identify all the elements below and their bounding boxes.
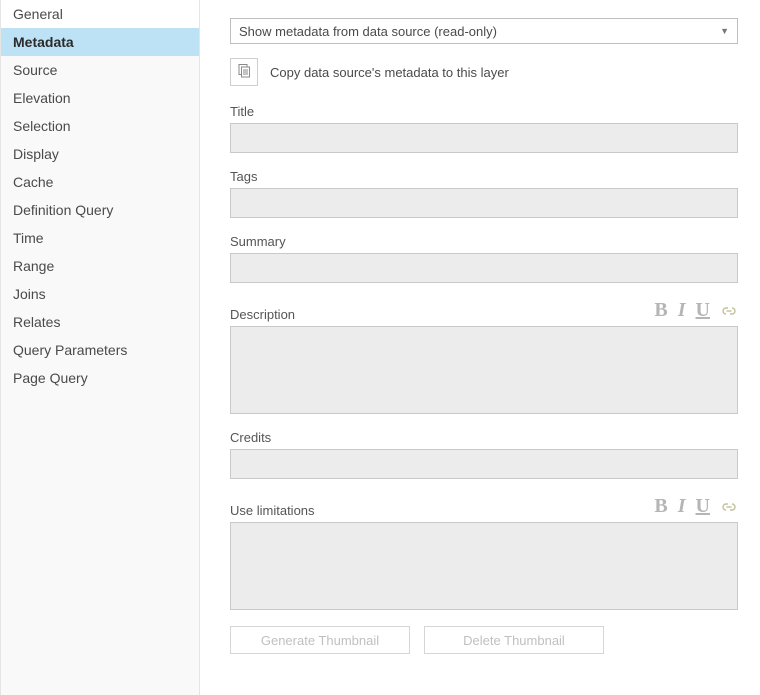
- sidebar-item-label: Definition Query: [13, 202, 113, 218]
- sidebar-item-cache[interactable]: Cache: [1, 168, 199, 196]
- summary-input[interactable]: [230, 253, 738, 283]
- sidebar: General Metadata Source Elevation Select…: [0, 0, 200, 695]
- sidebar-item-elevation[interactable]: Elevation: [1, 84, 199, 112]
- sidebar-item-joins[interactable]: Joins: [1, 280, 199, 308]
- description-textarea[interactable]: [230, 326, 738, 414]
- credits-input[interactable]: [230, 449, 738, 479]
- copy-metadata-button[interactable]: [230, 58, 258, 86]
- use-limitations-rich-toolbar: B I U: [654, 495, 738, 518]
- bold-icon[interactable]: B: [654, 299, 667, 322]
- button-label: Generate Thumbnail: [261, 633, 379, 648]
- sidebar-item-label: Metadata: [13, 34, 74, 50]
- sidebar-item-display[interactable]: Display: [1, 140, 199, 168]
- sidebar-item-range[interactable]: Range: [1, 252, 199, 280]
- button-label: Delete Thumbnail: [463, 633, 565, 648]
- sidebar-item-metadata[interactable]: Metadata: [1, 28, 199, 56]
- description-label: Description: [230, 307, 295, 322]
- sidebar-item-query-parameters[interactable]: Query Parameters: [1, 336, 199, 364]
- copy-icon: [236, 63, 252, 82]
- sidebar-item-label: Relates: [13, 314, 60, 330]
- sidebar-item-label: Time: [13, 230, 44, 246]
- italic-icon[interactable]: I: [678, 299, 686, 322]
- italic-icon[interactable]: I: [678, 495, 686, 518]
- copy-metadata-label: Copy data source's metadata to this laye…: [270, 65, 509, 80]
- credits-label: Credits: [230, 430, 738, 445]
- hyperlink-icon[interactable]: [720, 500, 738, 514]
- tags-label: Tags: [230, 169, 738, 184]
- sidebar-item-source[interactable]: Source: [1, 56, 199, 84]
- sidebar-item-label: Page Query: [13, 370, 88, 386]
- sidebar-item-relates[interactable]: Relates: [1, 308, 199, 336]
- bold-icon[interactable]: B: [654, 495, 667, 518]
- sidebar-item-definition-query[interactable]: Definition Query: [1, 196, 199, 224]
- title-label: Title: [230, 104, 738, 119]
- sidebar-item-label: Selection: [13, 118, 71, 134]
- metadata-panel: Show metadata from data source (read-onl…: [200, 0, 760, 695]
- sidebar-item-label: Cache: [13, 174, 53, 190]
- delete-thumbnail-button[interactable]: Delete Thumbnail: [424, 626, 604, 654]
- sidebar-item-label: General: [13, 6, 63, 22]
- sidebar-item-label: Query Parameters: [13, 342, 127, 358]
- sidebar-item-time[interactable]: Time: [1, 224, 199, 252]
- sidebar-item-page-query[interactable]: Page Query: [1, 364, 199, 392]
- dropdown-selected-text: Show metadata from data source (read-onl…: [239, 24, 497, 39]
- title-input[interactable]: [230, 123, 738, 153]
- use-limitations-label: Use limitations: [230, 503, 315, 518]
- use-limitations-textarea[interactable]: [230, 522, 738, 610]
- sidebar-item-label: Joins: [13, 286, 46, 302]
- underline-icon[interactable]: U: [696, 299, 710, 322]
- metadata-source-dropdown[interactable]: Show metadata from data source (read-onl…: [230, 18, 738, 44]
- summary-label: Summary: [230, 234, 738, 249]
- sidebar-item-label: Range: [13, 258, 54, 274]
- sidebar-item-label: Source: [13, 62, 57, 78]
- chevron-down-icon: ▼: [720, 26, 729, 36]
- sidebar-item-label: Display: [13, 146, 59, 162]
- underline-icon[interactable]: U: [696, 495, 710, 518]
- description-rich-toolbar: B I U: [654, 299, 738, 322]
- sidebar-item-label: Elevation: [13, 90, 71, 106]
- tags-input[interactable]: [230, 188, 738, 218]
- hyperlink-icon[interactable]: [720, 304, 738, 318]
- sidebar-item-general[interactable]: General: [1, 0, 199, 28]
- generate-thumbnail-button[interactable]: Generate Thumbnail: [230, 626, 410, 654]
- sidebar-item-selection[interactable]: Selection: [1, 112, 199, 140]
